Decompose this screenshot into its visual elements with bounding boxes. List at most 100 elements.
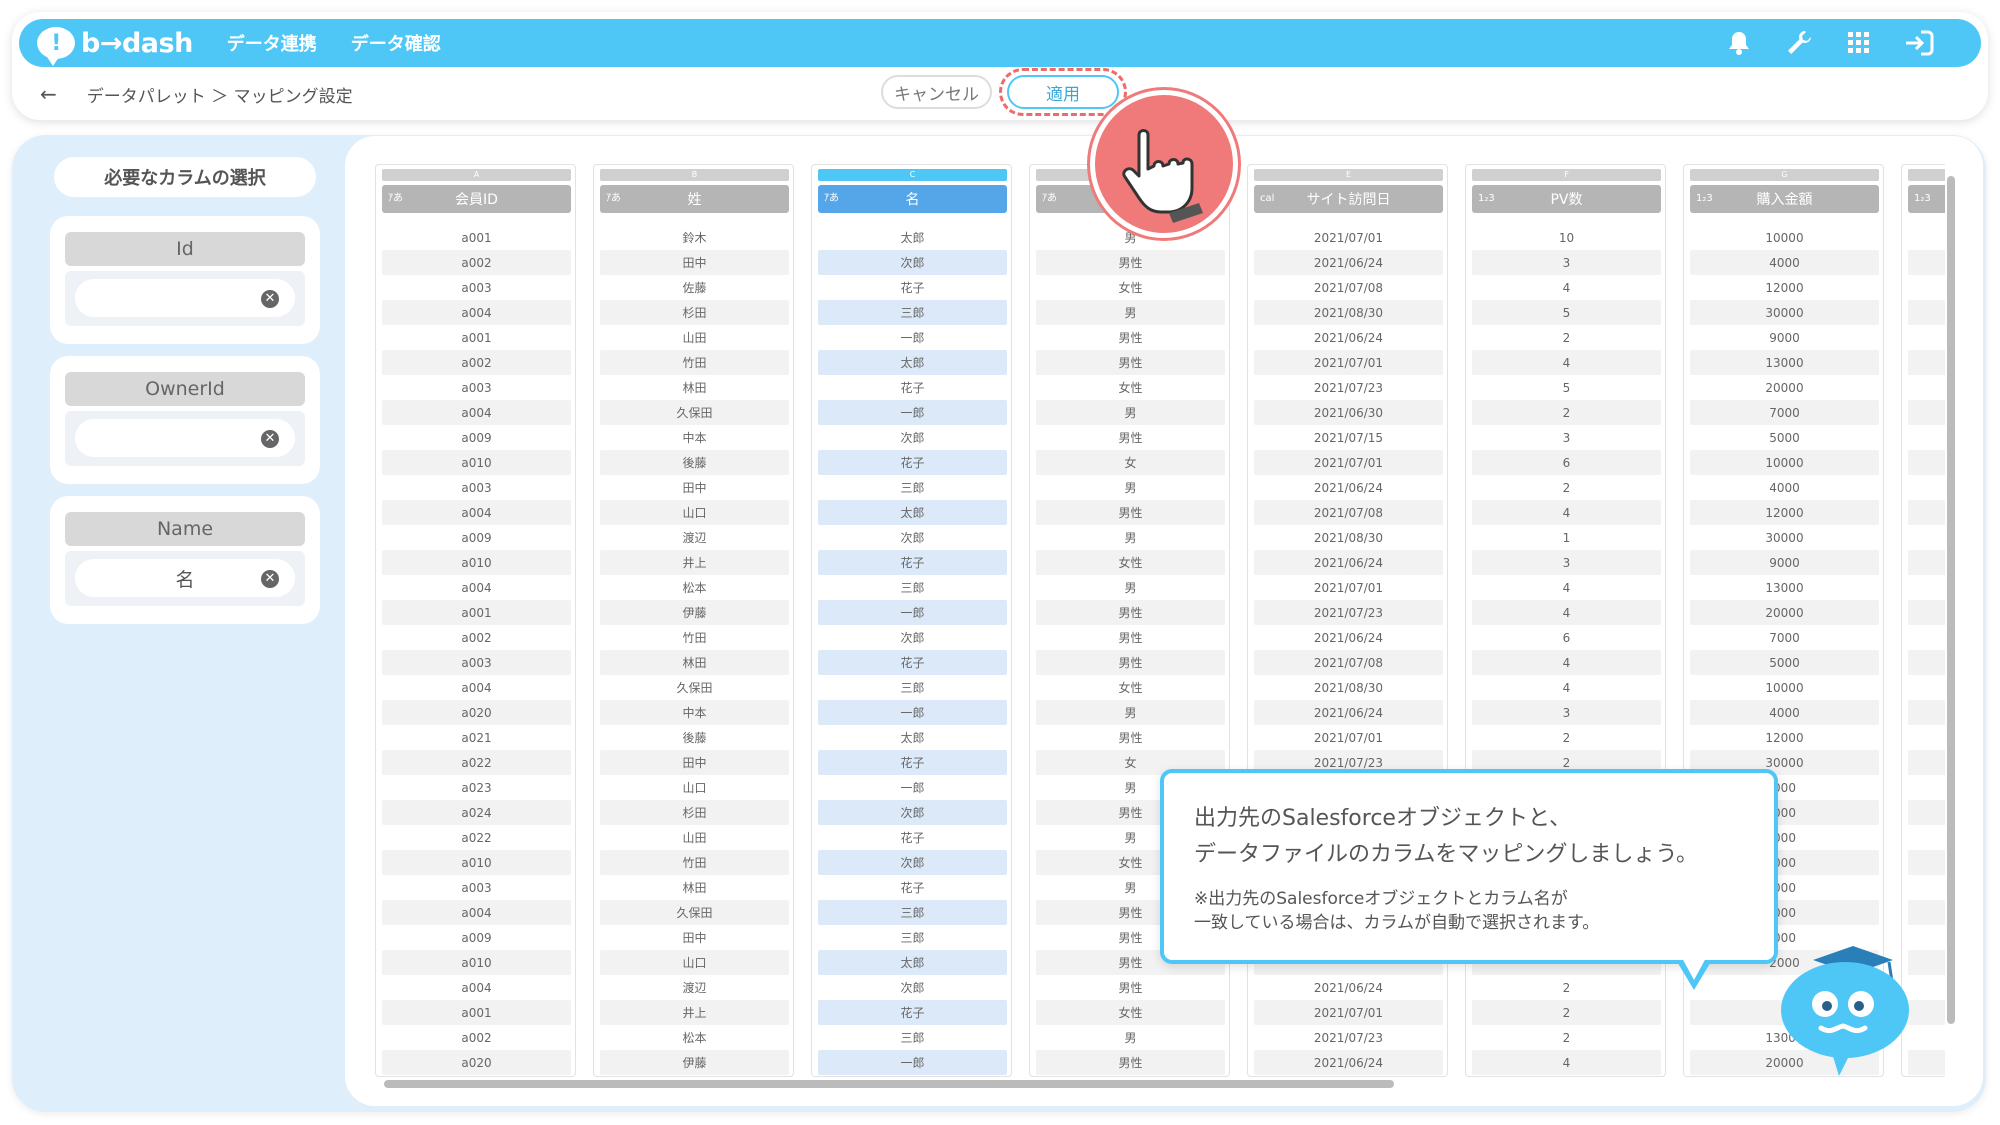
table-cell: 2 (1562, 1030, 1571, 1045)
table-cell: a002 (461, 630, 492, 645)
table-cell: 花子 (900, 881, 925, 895)
table-cell: 次郎 (818, 800, 1007, 825)
table-column[interactable]: A ｱあ 会員ID a001 a002 a003 a004 a001 a002 a003 a004 a… (375, 164, 576, 1077)
table-cell: 久保田 (600, 400, 789, 425)
column-header[interactable]: 1₂3 PV数 (1472, 185, 1661, 213)
nav-data-check[interactable]: データ確認 (351, 30, 441, 56)
table-column[interactable]: B ｱあ姓鈴木 田中 佐藤 杉田 山田 竹田 林田 久保田 中本 後藤 田中 山口 渡辺 井上 松本 伊藤 竹田林… (593, 164, 794, 1077)
table-cell: 1 (1562, 530, 1571, 545)
clear-icon[interactable]: ✕ (261, 430, 279, 448)
table-cell: 中本 (682, 431, 707, 445)
table-cell: a020 (382, 700, 571, 725)
table-cell: 2 (1562, 330, 1571, 345)
vertical-scrollbar[interactable] (1944, 164, 1958, 1074)
table-cell: 2021/08/30 (1254, 300, 1443, 325)
clear-icon[interactable]: ✕ (261, 290, 279, 308)
table-cell: a022 (382, 750, 571, 775)
type-icon: cal (1260, 193, 1275, 204)
field-label: OwnerId (65, 372, 305, 406)
table-cell: a023 (461, 780, 492, 795)
column-header[interactable]: 1₂3 (1908, 185, 1945, 213)
column-selection-title: 必要なカラムの選択 (54, 157, 316, 197)
tooltip-line: データファイルのカラムをマッピングしましょう。 (1194, 842, 1699, 867)
type-icon: ｱあ (824, 193, 839, 204)
table-cell: 12000 (1765, 280, 1804, 295)
table-cell: 男性 (1118, 431, 1143, 445)
nav-data-integration[interactable]: データ連携 (227, 30, 317, 56)
table-cell: 2021/07/01 (1313, 230, 1384, 245)
table-cell: 5000 (1769, 430, 1800, 445)
table-cell: 林田 (600, 650, 789, 675)
logout-icon[interactable] (1901, 25, 1937, 61)
table-cell: 4 (1562, 580, 1571, 595)
table-cell: 4000 (1769, 480, 1800, 495)
field-label: Name (65, 512, 305, 546)
table-cell: 2021/07/01 (1254, 350, 1443, 375)
field-drop-zone[interactable]: 名 ✕ (65, 551, 305, 606)
vertical-scroll-thumb[interactable] (1947, 176, 1955, 1024)
cancel-button[interactable]: キャンセル (881, 75, 992, 109)
logo-text: b→dash (81, 27, 193, 59)
field-input[interactable]: 名 ✕ (75, 559, 295, 597)
table-cell: 男性 (1118, 981, 1143, 995)
table-cell: a004 (382, 900, 571, 925)
field-drop-zone[interactable]: ✕ (65, 411, 305, 466)
table-cell: 三郎 (900, 581, 925, 595)
table-cell: 2021/06/24 (1313, 630, 1384, 645)
table-cell: 一郎 (818, 400, 1007, 425)
table-cell: 一郎 (818, 1050, 1007, 1075)
table-cell: 太郎 (900, 231, 925, 245)
table-cell: 太郎 (818, 350, 1007, 375)
table-cell: 山田 (682, 331, 707, 345)
back-arrow-icon[interactable]: ← (40, 82, 57, 106)
table-cell: 5 (1562, 380, 1571, 395)
table-cell: 2021/07/08 (1254, 500, 1443, 525)
table-cell: 久保田 (676, 681, 713, 695)
wrench-icon[interactable] (1781, 25, 1817, 61)
column-letter: B (600, 169, 789, 181)
table-cell: 2021/06/24 (1313, 330, 1384, 345)
table-cell: 13000 (1690, 350, 1879, 375)
bell-icon[interactable] (1721, 25, 1757, 61)
field-drop-zone[interactable]: ✕ (65, 271, 305, 326)
column-header[interactable]: ｱあ 名 (818, 185, 1007, 213)
bdash-logo[interactable]: ! b→dash (37, 27, 193, 66)
table-cell (1908, 425, 1945, 450)
table-cell: 花子 (818, 450, 1007, 475)
table-cell (1908, 475, 1945, 500)
table-column[interactable]: C ｱあ名太郎 次郎 花子 三郎 一郎 太郎 花子 一郎 次郎 花子 三郎 太郎 次郎 花子 三郎 一郎 次郎 花子… (811, 164, 1012, 1077)
table-cell: 女性 (1118, 281, 1143, 295)
horizontal-scroll-thumb[interactable] (384, 1080, 1394, 1088)
table-cell: 4 (1472, 650, 1661, 675)
clear-icon[interactable]: ✕ (261, 570, 279, 588)
column-header[interactable]: ｱあ 会員ID (382, 185, 571, 213)
table-cell: a010 (382, 550, 571, 575)
tooltip-note: ※出力先のSalesforceオブジェクトとカラム名が (1194, 889, 1568, 909)
table-cell (1908, 375, 1945, 400)
table-cell: 30000 (1690, 300, 1879, 325)
table-cell (1908, 675, 1945, 700)
table-cell: 佐藤 (682, 281, 707, 295)
table-cell: 太郎 (818, 500, 1007, 525)
apps-grid-icon[interactable] (1841, 25, 1877, 61)
column-header[interactable]: ｱあ 姓 (600, 185, 789, 213)
column-letter: G (1690, 169, 1879, 181)
table-cell: 渡辺 (682, 531, 707, 545)
column-header[interactable]: 1₂3 購入金額 (1690, 185, 1879, 213)
field-input[interactable]: ✕ (75, 419, 295, 457)
horizontal-scrollbar[interactable] (370, 1077, 1942, 1091)
table-cell: 一郎 (818, 700, 1007, 725)
table-cell: 田中 (682, 481, 707, 495)
table-cell: 3 (1472, 550, 1661, 575)
table-cell: 2021/06/24 (1313, 980, 1384, 995)
table-cell: a020 (382, 1050, 571, 1075)
table-cell: 三郎 (900, 1031, 925, 1045)
table-cell: 2 (1562, 980, 1571, 995)
table-cell: 3 (1472, 250, 1661, 275)
table-cell (1908, 350, 1945, 375)
table-cell: a003 (461, 280, 492, 295)
table-cell: 2021/06/24 (1254, 700, 1443, 725)
column-header[interactable]: cal サイト訪問日 (1254, 185, 1443, 213)
field-input[interactable]: ✕ (75, 279, 295, 317)
table-cell: a009 (461, 430, 492, 445)
